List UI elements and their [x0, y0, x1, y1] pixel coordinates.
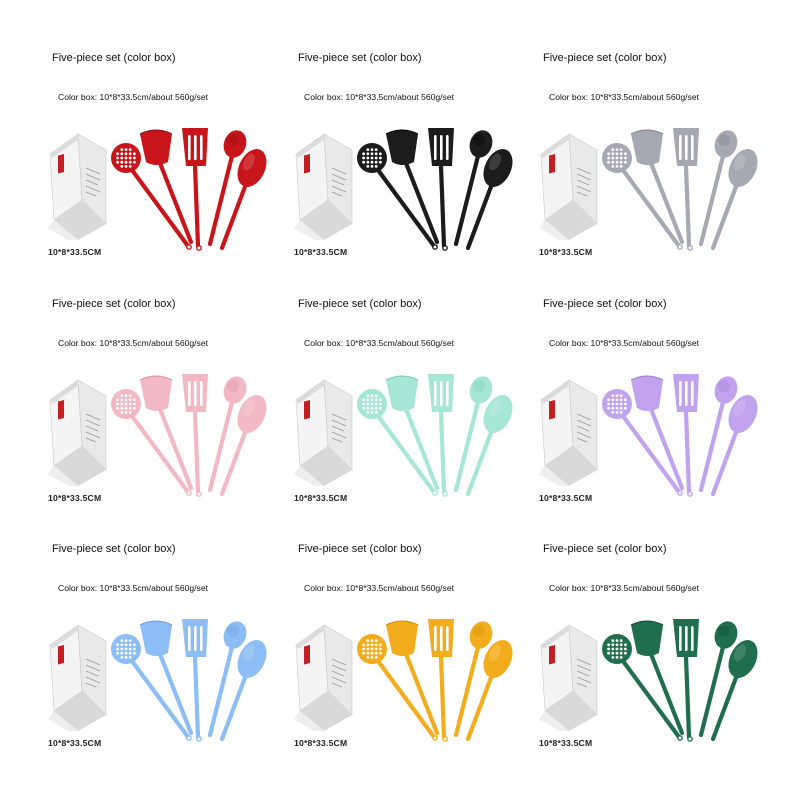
product-title: Five-piece set (color box) — [298, 298, 422, 310]
product-tile: Five-piece set (color box) Color box: 10… — [493, 491, 758, 753]
turner-utensil — [630, 375, 685, 491]
product-tile: Five-piece set (color box) Color box: 10… — [2, 491, 267, 753]
box-dimensions: 10*8*33.5CM — [539, 738, 593, 748]
turner-utensil — [385, 620, 440, 736]
turner-utensil — [139, 129, 194, 245]
color-box-image — [294, 133, 353, 240]
product-spec: Color box: 10*8*33.5cm/about 560g/set — [549, 583, 700, 593]
product-spec: Color box: 10*8*33.5cm/about 560g/set — [58, 92, 209, 102]
product-spec: Color box: 10*8*33.5cm/about 560g/set — [304, 92, 455, 102]
product-title: Five-piece set (color box) — [298, 543, 422, 555]
color-box-image — [539, 379, 598, 486]
product-spec: Color box: 10*8*33.5cm/about 560g/set — [58, 338, 209, 348]
product-title: Five-piece set (color box) — [298, 52, 422, 64]
turner-utensil — [385, 375, 440, 491]
product-title: Five-piece set (color box) — [52, 52, 176, 64]
color-box-image — [539, 133, 598, 240]
color-box-image — [48, 133, 107, 240]
turner-utensil — [630, 620, 685, 736]
turner-utensil — [385, 129, 440, 245]
product-spec: Color box: 10*8*33.5cm/about 560g/set — [549, 338, 700, 348]
product-spec: Color box: 10*8*33.5cm/about 560g/set — [304, 338, 455, 348]
color-box-image — [48, 379, 107, 486]
color-box-image — [294, 379, 353, 486]
product-spec: Color box: 10*8*33.5cm/about 560g/set — [304, 583, 455, 593]
product-tile: Five-piece set (color box) Color box: 10… — [2, 246, 267, 508]
color-box-image — [48, 624, 107, 731]
box-dimensions: 10*8*33.5CM — [294, 738, 348, 748]
product-tile: Five-piece set (color box) Color box: 10… — [248, 246, 513, 508]
product-tile: Five-piece set (color box) Color box: 10… — [2, 0, 267, 262]
utensil-set-image — [602, 619, 758, 742]
product-spec: Color box: 10*8*33.5cm/about 560g/set — [549, 92, 700, 102]
product-tile: Five-piece set (color box) Color box: 10… — [493, 246, 758, 508]
utensil-set-image — [602, 128, 758, 251]
product-title: Five-piece set (color box) — [52, 298, 176, 310]
box-dimensions: 10*8*33.5CM — [48, 738, 102, 748]
utensil-set-image — [602, 374, 758, 497]
product-title: Five-piece set (color box) — [543, 543, 667, 555]
turner-utensil — [630, 129, 685, 245]
product-title: Five-piece set (color box) — [543, 52, 667, 64]
product-title: Five-piece set (color box) — [543, 298, 667, 310]
color-box-image — [294, 624, 353, 731]
product-tile: Five-piece set (color box) Color box: 10… — [248, 491, 513, 753]
product-spec: Color box: 10*8*33.5cm/about 560g/set — [58, 583, 209, 593]
product-tile: Five-piece set (color box) Color box: 10… — [493, 0, 758, 262]
product-grid: Five-piece set (color box) Color box: 10… — [0, 0, 800, 800]
product-tile: Five-piece set (color box) Color box: 10… — [248, 0, 513, 262]
product-title: Five-piece set (color box) — [52, 543, 176, 555]
turner-utensil — [139, 620, 194, 736]
color-box-image — [539, 624, 598, 731]
turner-utensil — [139, 375, 194, 491]
